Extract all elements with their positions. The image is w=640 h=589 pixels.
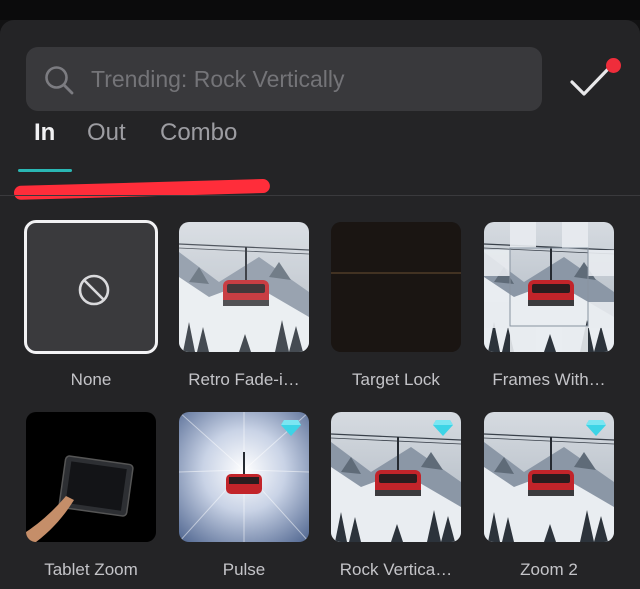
search-placeholder: Trending: Rock Vertically: [91, 66, 345, 92]
tab-in[interactable]: In: [34, 119, 55, 147]
diamond-icon: [586, 420, 606, 436]
effect-thumbnail: [484, 222, 614, 352]
active-tab-indicator: [18, 169, 72, 172]
effect-label: Tablet Zoom: [44, 560, 138, 579]
search-icon: [45, 66, 74, 95]
effect-thumbnail: [179, 412, 309, 542]
effect-thumbnail: [179, 222, 309, 352]
effect-label: None: [70, 370, 112, 389]
confirm-button[interactable]: [569, 58, 621, 98]
tab-out[interactable]: Out: [87, 119, 126, 147]
prohibited-icon: [78, 274, 110, 306]
effect-label: Zoom 2: [520, 560, 578, 579]
effect-thumbnail: [331, 222, 461, 352]
effect-label: Pulse: [222, 560, 266, 579]
divider: [0, 195, 640, 196]
effect-label: Target Lock: [352, 370, 440, 389]
diamond-icon: [281, 420, 301, 436]
none-thumbnail: [24, 220, 158, 354]
tab-combo[interactable]: Combo: [160, 119, 237, 147]
effect-label: Rock Vertica…: [339, 560, 453, 579]
effect-thumbnail: [484, 412, 614, 542]
tab-bar: In Out Combo: [0, 113, 640, 175]
notification-dot: [606, 58, 621, 73]
effect-thumbnail: [331, 412, 461, 542]
search-input[interactable]: Trending: Rock Vertically: [26, 47, 542, 111]
status-strip: [0, 0, 640, 20]
effect-label: Retro Fade-i…: [188, 370, 300, 389]
effect-label: Frames With…: [492, 370, 606, 389]
diamond-icon: [433, 420, 453, 436]
effect-thumbnail: [26, 412, 156, 542]
